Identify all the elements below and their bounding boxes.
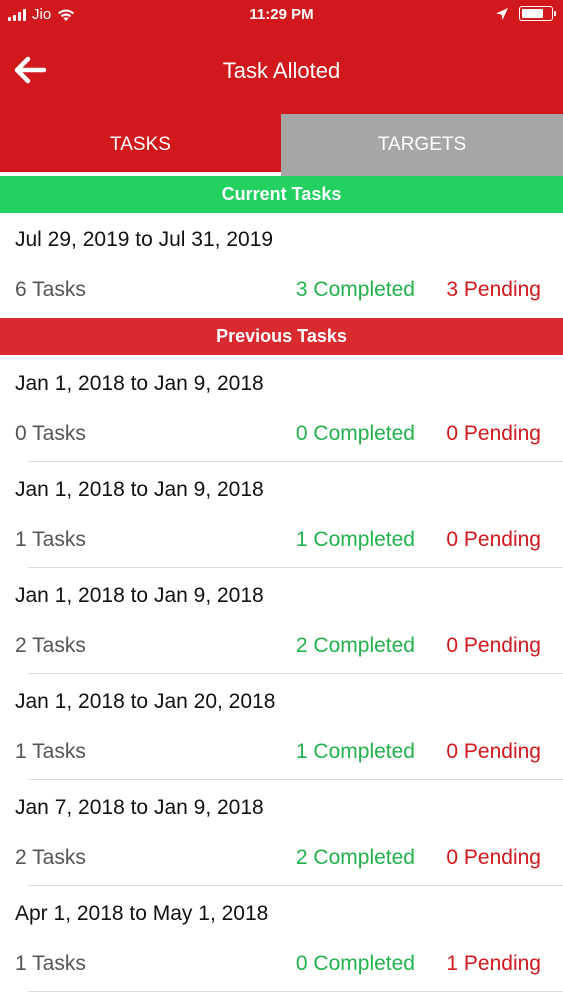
task-count: 6 Tasks xyxy=(15,278,86,301)
status-bar: Jio 11:29 PM xyxy=(0,0,563,32)
task-period-item[interactable]: Jan 1, 2018 to Jan 9, 2018 1 Tasks 1 Compl… xyxy=(0,462,563,568)
task-date-range: Jan 7, 2018 to Jan 9, 2018 xyxy=(15,796,264,819)
task-count: 0 Tasks xyxy=(15,422,86,445)
tab-tasks[interactable]: TASKS xyxy=(0,114,281,176)
completed-count: 0 Completed xyxy=(295,952,415,975)
current-tasks-header: Current Tasks xyxy=(0,176,563,213)
location-arrow-icon xyxy=(496,7,508,20)
task-period-item[interactable]: Jul 29, 2019 to Jul 31, 2019 6 Tasks 3 Com… xyxy=(0,212,563,318)
list-divider xyxy=(28,991,563,992)
completed-count: 0 Completed xyxy=(295,422,415,445)
pending-count: 0 Pending xyxy=(446,528,541,551)
pending-count: 1 Pending xyxy=(446,952,541,975)
task-period-item[interactable]: Apr 1, 2018 to May 1, 2018 1 Tasks 0 Compl… xyxy=(0,886,563,992)
status-right xyxy=(495,6,556,21)
task-period-item[interactable]: Jan 1, 2018 to Jan 9, 2018 2 Tasks 2 Compl… xyxy=(0,568,563,674)
task-period-item[interactable]: Jan 1, 2018 to Jan 20, 2018 1 Tasks 1 Comp… xyxy=(0,674,563,780)
battery-level xyxy=(522,9,543,18)
completed-count: 2 Completed xyxy=(295,846,415,869)
task-count: 2 Tasks xyxy=(15,846,86,869)
task-date-range: Jul 29, 2019 to Jul 31, 2019 xyxy=(15,228,274,251)
task-period-item[interactable]: Jan 1, 2018 to Jan 9, 2018 0 Tasks 0 Compl… xyxy=(0,356,563,462)
pending-count: 0 Pending xyxy=(446,846,541,869)
tab-targets[interactable]: TARGETS xyxy=(281,114,563,176)
page-title: Task Alloted xyxy=(222,58,341,83)
completed-count: 1 Completed xyxy=(295,528,415,551)
task-date-range: Jan 1, 2018 to Jan 20, 2018 xyxy=(15,690,276,713)
task-count: 2 Tasks xyxy=(15,634,86,657)
task-date-range: Jan 1, 2018 to Jan 9, 2018 xyxy=(15,478,264,501)
task-count: 1 Tasks xyxy=(15,740,86,763)
nav-bar: Task Alloted xyxy=(0,40,563,100)
completed-count: 1 Completed xyxy=(295,740,415,763)
task-date-range: Apr 1, 2018 to May 1, 2018 xyxy=(15,902,269,925)
tab-bar: TASKS TARGETS xyxy=(0,114,563,176)
task-count: 1 Tasks xyxy=(15,528,86,551)
completed-count: 3 Completed xyxy=(295,278,415,301)
pending-count: 3 Pending xyxy=(446,278,541,301)
pending-count: 0 Pending xyxy=(446,422,541,445)
pending-count: 0 Pending xyxy=(446,634,541,657)
task-count: 1 Tasks xyxy=(15,952,86,975)
task-period-item[interactable]: Jan 7, 2018 to Jan 9, 2018 2 Tasks 2 Compl… xyxy=(0,780,563,886)
task-date-range: Jan 1, 2018 to Jan 9, 2018 xyxy=(15,584,264,607)
previous-tasks-header: Previous Tasks xyxy=(0,318,563,355)
status-time: 11:29 PM xyxy=(249,6,314,23)
pending-count: 0 Pending xyxy=(446,740,541,763)
battery-icon xyxy=(519,6,556,21)
completed-count: 2 Completed xyxy=(295,634,415,657)
task-date-range: Jan 1, 2018 to Jan 9, 2018 xyxy=(15,372,264,395)
app-header: Jio 11:29 PM Task Alloted TASKS TARGETS xyxy=(0,0,563,176)
